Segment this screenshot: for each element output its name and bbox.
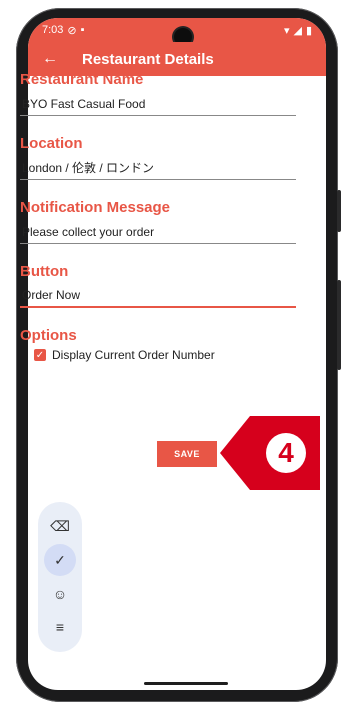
notification-message-input[interactable] [20, 220, 296, 244]
field-label: Button [20, 263, 69, 280]
field-label: Location [20, 135, 83, 152]
options-section: Options ✓ Display Current Order Number [20, 326, 296, 362]
keyboard-toolbar: ⌫ ✓ ☺ ≡ [38, 502, 82, 652]
backspace-icon[interactable]: ⌫ [44, 511, 76, 543]
phone-side-button-power [337, 190, 341, 232]
location-input[interactable] [20, 156, 296, 180]
field-restaurant-name: Restaurant Name [20, 70, 296, 116]
status-right: ▾ ◢ ▮ [284, 24, 312, 37]
display-order-number-option[interactable]: ✓ Display Current Order Number [34, 348, 296, 362]
callout-number: 4 [266, 433, 306, 473]
callout-arrow-icon [220, 416, 250, 490]
page-title: Restaurant Details [82, 50, 214, 68]
check-icon[interactable]: ✓ [44, 544, 76, 577]
options-label: Options [20, 327, 77, 344]
gesture-nav-handle[interactable] [144, 682, 228, 685]
menu-icon[interactable]: ≡ [44, 611, 76, 643]
save-button[interactable]: SAVE [157, 441, 217, 467]
status-time: 7:03 [42, 24, 64, 36]
field-label: Notification Message [20, 199, 171, 216]
restaurant-details-form: Restaurant Name Location Notification Me… [20, 70, 296, 362]
field-notification-message: Notification Message [20, 198, 296, 244]
field-button: Button [20, 262, 296, 308]
checkbox-label: Display Current Order Number [52, 348, 215, 362]
location-icon: ⊘ [67, 24, 77, 37]
status-left: 7:03 ⊘ ▪ [42, 24, 85, 37]
field-location: Location [20, 134, 296, 180]
button-text-input[interactable] [20, 284, 296, 308]
checkbox-checked-icon[interactable]: ✓ [34, 349, 46, 361]
photo-icon: ▪ [80, 24, 85, 36]
battery-icon: ▮ [305, 24, 312, 37]
emoji-icon[interactable]: ☺ [44, 578, 76, 610]
phone-side-button-volume [337, 280, 341, 370]
restaurant-name-input[interactable] [20, 92, 296, 116]
arrow-left-icon[interactable]: ← [42, 50, 68, 68]
signal-icon: ◢ [293, 24, 302, 37]
wifi-icon: ▾ [283, 24, 290, 37]
field-label: Restaurant Name [20, 71, 144, 88]
step-callout: 4 [220, 416, 320, 490]
